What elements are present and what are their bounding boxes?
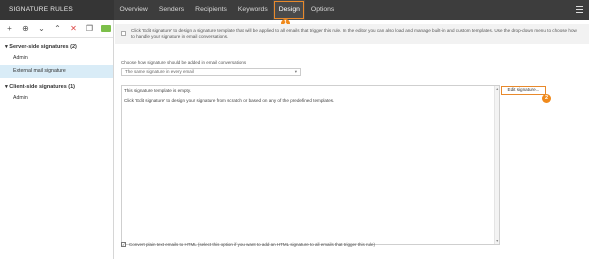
hint-text: Click 'Edit signature' to design a signa… [131, 28, 577, 39]
hint-box: Click 'Edit signature' to design a signa… [115, 24, 589, 44]
editor-instructions: Click 'Edit signature' to design your si… [124, 98, 335, 103]
tab-keywords[interactable]: Keywords [232, 0, 273, 20]
tab-design[interactable]: Design [273, 0, 306, 20]
tab-options[interactable]: Options [305, 0, 339, 20]
scroll-up-icon[interactable]: ▲ [496, 87, 499, 91]
add-rule-icon[interactable]: ⊕ [21, 24, 30, 33]
add-icon[interactable]: + [5, 24, 14, 33]
convert-checkbox[interactable]: ✓ [121, 242, 126, 247]
sidebar-item-admin[interactable]: Admin [0, 52, 113, 65]
chevron-down-icon[interactable]: ⌄ [37, 24, 46, 33]
editor-empty-text: This signature template is empty. [124, 88, 192, 93]
chevron-up-icon[interactable]: ⌃ [53, 24, 62, 33]
group-client-side[interactable]: ▾ Client-side signatures (1) [0, 78, 113, 92]
main-panel: Click 'Edit signature' to design a signa… [115, 20, 589, 259]
sidebar-item-external-mail-signature[interactable]: External mail signature [0, 65, 113, 78]
scroll-down-icon[interactable]: ▼ [496, 239, 499, 243]
signature-editor[interactable]: This signature template is empty. Click … [121, 85, 500, 245]
sidebar-item-admin-client[interactable]: Admin [0, 92, 113, 105]
select-value: The same signature in every email [125, 69, 194, 74]
editor-scrollbar[interactable]: ▲ ▼ [494, 86, 499, 244]
hamburger-menu-icon[interactable] [576, 6, 583, 13]
group-label: Server-side signatures (2) [9, 44, 77, 50]
delete-icon[interactable]: ✕ [69, 24, 78, 33]
step-badge-2: 2 [542, 94, 551, 103]
convert-option[interactable]: ✓ Convert plain text emails to HTML (sel… [121, 242, 375, 247]
app-title: SIGNATURE RULES [0, 0, 114, 20]
nav-tabs: Overview Senders Recipients Keywords Des… [114, 0, 340, 20]
tab-senders[interactable]: Senders [153, 0, 189, 20]
copy-icon[interactable]: ❐ [85, 24, 94, 33]
conversation-mode-select[interactable]: The same signature in every email ▾ [121, 68, 301, 76]
group-label: Client-side signatures (1) [9, 84, 76, 90]
choose-label: Choose how signature should be added in … [121, 60, 247, 65]
sidebar-toolbar: + ⊕ ⌄ ⌃ ✕ ❐ [0, 20, 113, 38]
top-bar: SIGNATURE RULES Overview Senders Recipie… [0, 0, 589, 20]
hint-checkbox[interactable] [121, 31, 126, 36]
edit-signature-button[interactable]: Edit signature... [501, 86, 546, 95]
group-server-side[interactable]: ▾ Server-side signatures (2) [0, 38, 113, 52]
tab-recipients[interactable]: Recipients [190, 0, 233, 20]
sidebar: + ⊕ ⌄ ⌃ ✕ ❐ ▾ Server-side signatures (2)… [0, 20, 114, 259]
toggle-icon[interactable] [101, 25, 111, 32]
convert-label: Convert plain text emails to HTML (selec… [129, 242, 376, 247]
tab-overview[interactable]: Overview [114, 0, 153, 20]
chevron-down-icon: ▾ [294, 69, 297, 74]
